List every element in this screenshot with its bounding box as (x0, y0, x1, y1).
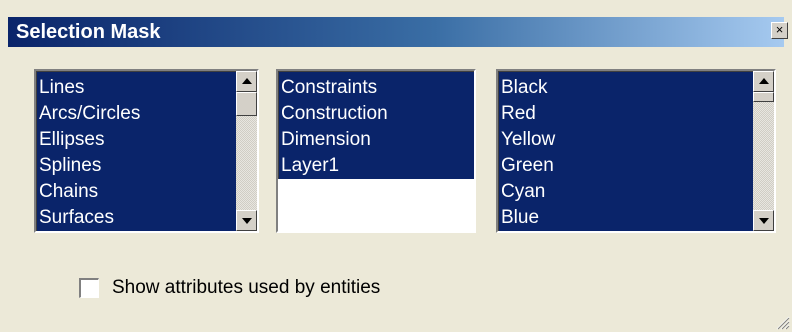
scroll-up-button[interactable] (753, 71, 774, 92)
scroll-thumb[interactable] (236, 92, 257, 116)
layer-listbox[interactable]: Constraints Construction Dimension Layer… (276, 69, 476, 233)
scroll-down-arrow-icon (759, 218, 769, 224)
close-icon: × (775, 22, 784, 37)
list-item-color[interactable]: Cyan (501, 179, 555, 205)
list-item-color[interactable]: Blue (501, 205, 555, 231)
entity-type-list: Lines Arcs/Circles Ellipses Splines Chai… (39, 75, 140, 231)
list-item-entity[interactable]: Splines (39, 153, 140, 179)
show-attributes-checkbox[interactable] (79, 278, 99, 298)
list-item-color[interactable]: Yellow (501, 127, 555, 153)
scroll-down-button[interactable] (753, 210, 774, 231)
list-item-layer[interactable]: Dimension (281, 127, 388, 153)
dialog-title: Selection Mask (16, 21, 161, 43)
list-item-entity[interactable]: Chains (39, 179, 140, 205)
scroll-up-arrow-icon (759, 78, 769, 84)
show-attributes-label[interactable]: Show attributes used by entities (112, 276, 380, 300)
list-item-layer[interactable]: Construction (281, 101, 388, 127)
layer-list: Constraints Construction Dimension Layer… (281, 75, 388, 179)
entity-type-listbox[interactable]: Lines Arcs/Circles Ellipses Splines Chai… (34, 69, 259, 233)
title-bar[interactable]: Selection Mask × (8, 17, 788, 47)
scroll-up-button[interactable] (236, 71, 257, 92)
entity-type-scrollbar[interactable] (236, 71, 257, 231)
layer-listbox-empty-area (278, 179, 474, 231)
resize-grip-icon[interactable] (774, 314, 790, 330)
list-item-color[interactable]: Green (501, 153, 555, 179)
scroll-up-arrow-icon (242, 78, 252, 84)
list-item-layer[interactable]: Layer1 (281, 153, 388, 179)
scroll-down-arrow-icon (242, 218, 252, 224)
list-item-layer[interactable]: Constraints (281, 75, 388, 101)
color-listbox[interactable]: Black Red Yellow Green Cyan Blue (496, 69, 776, 233)
list-item-entity[interactable]: Lines (39, 75, 140, 101)
list-item-entity[interactable]: Arcs/Circles (39, 101, 140, 127)
selection-mask-dialog: Selection Mask × Lines Arcs/Circles Elli… (0, 0, 792, 332)
list-item-color[interactable]: Black (501, 75, 555, 101)
scroll-down-button[interactable] (236, 210, 257, 231)
color-scrollbar[interactable] (753, 71, 774, 231)
close-button[interactable]: × (771, 22, 788, 39)
color-list: Black Red Yellow Green Cyan Blue (501, 75, 555, 231)
scroll-thumb[interactable] (753, 92, 774, 102)
list-item-entity[interactable]: Surfaces (39, 205, 140, 231)
list-item-entity[interactable]: Ellipses (39, 127, 140, 153)
list-item-color[interactable]: Red (501, 101, 555, 127)
